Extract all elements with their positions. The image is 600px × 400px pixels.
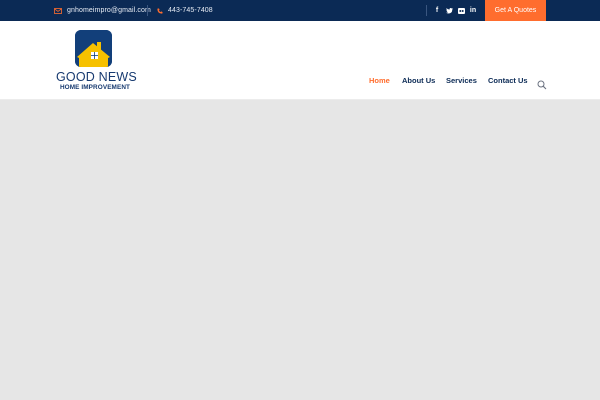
logo-subtitle: HOME IMPROVEMENT <box>59 84 131 91</box>
nav-contact-us[interactable]: Contact Us <box>488 76 528 85</box>
nav-about-us[interactable]: About Us <box>402 76 435 85</box>
envelope-icon <box>54 7 62 14</box>
phone-text: 443-745-7408 <box>168 7 213 14</box>
flickr-icon[interactable] <box>455 0 467 21</box>
search-icon[interactable] <box>537 77 547 90</box>
content-area <box>0 100 600 400</box>
logo[interactable]: GOOD NEWS HOME IMPROVEMENT <box>56 30 137 94</box>
house-logo-icon <box>75 30 112 67</box>
nav-home[interactable]: Home <box>369 76 390 85</box>
divider <box>147 5 148 16</box>
get-quotes-button[interactable]: Get A Quotes <box>485 0 546 21</box>
top-bar: gnhomeimpro@gmail.com 443-745-7408 f in … <box>0 0 600 21</box>
facebook-icon[interactable]: f <box>431 0 443 21</box>
linkedin-icon[interactable]: in <box>467 0 479 21</box>
email-text: gnhomeimpro@gmail.com <box>67 7 151 14</box>
email-contact[interactable]: gnhomeimpro@gmail.com <box>54 0 151 21</box>
phone-icon <box>157 8 163 14</box>
site-header: GOOD NEWS HOME IMPROVEMENT Home About Us… <box>0 21 600 100</box>
divider <box>426 5 427 16</box>
nav-services[interactable]: Services <box>446 76 477 85</box>
logo-title: GOOD NEWS <box>56 70 137 84</box>
twitter-icon[interactable] <box>443 0 455 21</box>
phone-contact[interactable]: 443-745-7408 <box>157 0 213 21</box>
